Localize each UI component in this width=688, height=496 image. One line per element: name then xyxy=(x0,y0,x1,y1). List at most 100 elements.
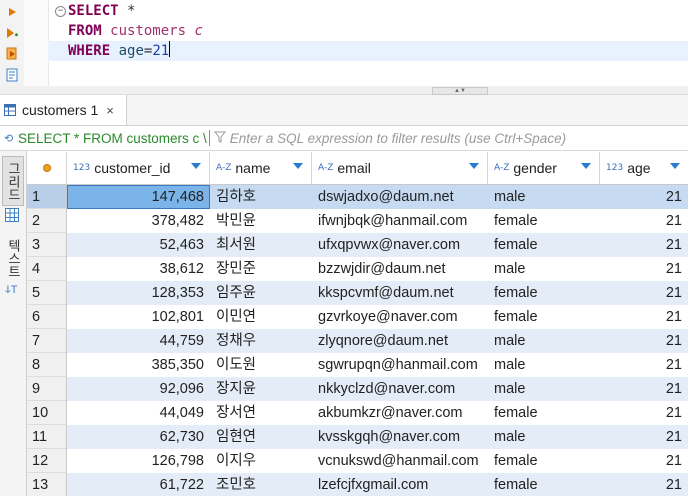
table-row[interactable]: 4 38,612 장민준 bzzwjdir@daum.net male 21 xyxy=(27,257,688,281)
cell-name[interactable]: 이도원 xyxy=(210,353,312,377)
column-header-customer_id[interactable]: 123 customer_id xyxy=(67,152,210,184)
sql-editor[interactable]: − SELECT * FROM customers c WHERE age=21 xyxy=(0,0,688,86)
row-number[interactable]: 2 xyxy=(27,209,67,233)
cell-gender[interactable]: female xyxy=(488,281,600,305)
cell-age[interactable]: 21 xyxy=(600,401,688,425)
select-all-icon[interactable] xyxy=(42,164,51,172)
cell-age[interactable]: 21 xyxy=(600,209,688,233)
cell-email[interactable]: vcnukswd@hanmail.com xyxy=(312,449,488,473)
cell-age[interactable]: 21 xyxy=(600,425,688,449)
cell-customer-id[interactable]: 126,798 xyxy=(67,449,210,473)
row-number[interactable]: 9 xyxy=(27,377,67,401)
row-number[interactable]: 6 xyxy=(27,305,67,329)
cell-email[interactable]: ifwnjbqk@hanmail.com xyxy=(312,209,488,233)
row-number-header[interactable] xyxy=(27,152,67,184)
row-number[interactable]: 12 xyxy=(27,449,67,473)
results-grid[interactable]: 123 customer_id A-Z name A-Z email A-Z g… xyxy=(27,152,688,496)
explain-plan-icon[interactable] xyxy=(4,67,20,83)
cell-age[interactable]: 21 xyxy=(600,449,688,473)
cell-gender[interactable]: female xyxy=(488,209,600,233)
row-number[interactable]: 3 xyxy=(27,233,67,257)
table-row[interactable]: 3 52,463 최서원 ufxqpvwx@naver.com female 2… xyxy=(27,233,688,257)
cell-customer-id[interactable]: 102,801 xyxy=(67,305,210,329)
cell-email[interactable]: kvsskgqh@naver.com xyxy=(312,425,488,449)
table-row[interactable]: 7 44,759 정채우 zlyqnore@daum.net male 21 xyxy=(27,329,688,353)
sort-arrow-icon[interactable] xyxy=(191,163,201,169)
execute-export-icon[interactable] xyxy=(4,45,20,61)
column-header-email[interactable]: A-Z email xyxy=(312,152,488,184)
cell-name[interactable]: 이민연 xyxy=(210,305,312,329)
sql-line-1[interactable]: SELECT * xyxy=(68,1,135,21)
cell-email[interactable]: sgwrupqn@hanmail.com xyxy=(312,353,488,377)
cell-email[interactable]: gzvrkoye@naver.com xyxy=(312,305,488,329)
cell-gender[interactable]: female xyxy=(488,401,600,425)
cell-age[interactable]: 21 xyxy=(600,233,688,257)
cell-email[interactable]: ufxqpvwx@naver.com xyxy=(312,233,488,257)
sort-arrow-icon[interactable] xyxy=(581,163,591,169)
cell-customer-id[interactable]: 92,096 xyxy=(67,377,210,401)
cell-gender[interactable]: male xyxy=(488,425,600,449)
cell-age[interactable]: 21 xyxy=(600,185,688,209)
row-number[interactable]: 11 xyxy=(27,425,67,449)
row-number[interactable]: 8 xyxy=(27,353,67,377)
cell-customer-id[interactable]: 128,353 xyxy=(67,281,210,305)
cell-email[interactable]: lzefcjfxgmail.com xyxy=(312,473,488,496)
execute-script-icon[interactable] xyxy=(4,25,20,41)
cell-name[interactable]: 장서연 xyxy=(210,401,312,425)
cell-name[interactable]: 조민호 xyxy=(210,473,312,496)
cell-gender[interactable]: male xyxy=(488,329,600,353)
cell-customer-id[interactable]: 147,468 xyxy=(67,185,210,209)
sql-line-3[interactable]: WHERE age=21 xyxy=(68,41,171,61)
cell-customer-id[interactable]: 44,049 xyxy=(67,401,210,425)
cell-age[interactable]: 21 xyxy=(600,281,688,305)
cell-gender[interactable]: male xyxy=(488,377,600,401)
cell-age[interactable]: 21 xyxy=(600,257,688,281)
cell-customer-id[interactable]: 385,350 xyxy=(67,353,210,377)
table-row[interactable]: 9 92,096 장지윤 nkkyclzd@naver.com male 21 xyxy=(27,377,688,401)
cell-name[interactable]: 최서원 xyxy=(210,233,312,257)
row-number[interactable]: 4 xyxy=(27,257,67,281)
fold-toggle-icon[interactable]: − xyxy=(55,6,66,17)
cell-name[interactable]: 정채우 xyxy=(210,329,312,353)
cell-email[interactable]: dswjadxo@daum.net xyxy=(312,185,488,209)
row-number[interactable]: 5 xyxy=(27,281,67,305)
cell-customer-id[interactable]: 61,722 xyxy=(67,473,210,496)
cell-email[interactable]: zlyqnore@daum.net xyxy=(312,329,488,353)
cell-gender[interactable]: female xyxy=(488,449,600,473)
table-row[interactable]: 5 128,353 임주윤 kkspcvmf@daum.net female 2… xyxy=(27,281,688,305)
cell-gender[interactable]: male xyxy=(488,257,600,281)
table-row[interactable]: 12 126,798 이지우 vcnukswd@hanmail.com fema… xyxy=(27,449,688,473)
cell-customer-id[interactable]: 38,612 xyxy=(67,257,210,281)
cell-gender[interactable]: male xyxy=(488,185,600,209)
row-number[interactable]: 10 xyxy=(27,401,67,425)
grid-view-tab[interactable]: 그리드 xyxy=(2,156,24,206)
column-header-age[interactable]: 123 age xyxy=(600,152,688,184)
table-row[interactable]: 11 62,730 임현연 kvsskgqh@naver.com male 21 xyxy=(27,425,688,449)
cell-age[interactable]: 21 xyxy=(600,473,688,496)
table-row[interactable]: 2 378,482 박민윤 ifwnjbqk@hanmail.com femal… xyxy=(27,209,688,233)
text-view-tab[interactable]: 텍스트 xyxy=(3,235,23,281)
cell-gender[interactable]: female xyxy=(488,305,600,329)
row-number[interactable]: 13 xyxy=(27,473,67,496)
grid-icon[interactable] xyxy=(5,208,19,222)
sql-line-2[interactable]: FROM customers c xyxy=(68,21,203,41)
cell-age[interactable]: 21 xyxy=(600,353,688,377)
close-icon[interactable]: × xyxy=(106,103,114,118)
cell-customer-id[interactable]: 378,482 xyxy=(67,209,210,233)
editor-results-splitter[interactable]: ▲▼ xyxy=(0,86,688,95)
tab-customers-1[interactable]: customers 1 × xyxy=(0,95,127,125)
cell-gender[interactable]: male xyxy=(488,353,600,377)
column-header-name[interactable]: A-Z name xyxy=(210,152,312,184)
cell-name[interactable]: 이지우 xyxy=(210,449,312,473)
cell-name[interactable]: 장민준 xyxy=(210,257,312,281)
cell-name[interactable]: 임주윤 xyxy=(210,281,312,305)
text-view-icon[interactable]: ↆT xyxy=(5,284,18,297)
cell-customer-id[interactable]: 44,759 xyxy=(67,329,210,353)
sort-arrow-icon[interactable] xyxy=(469,163,479,169)
cell-customer-id[interactable]: 62,730 xyxy=(67,425,210,449)
cell-email[interactable]: kkspcvmf@daum.net xyxy=(312,281,488,305)
sort-arrow-icon[interactable] xyxy=(670,163,680,169)
table-row[interactable]: 8 385,350 이도원 sgwrupqn@hanmail.com male … xyxy=(27,353,688,377)
cell-gender[interactable]: female xyxy=(488,473,600,496)
cell-age[interactable]: 21 xyxy=(600,305,688,329)
